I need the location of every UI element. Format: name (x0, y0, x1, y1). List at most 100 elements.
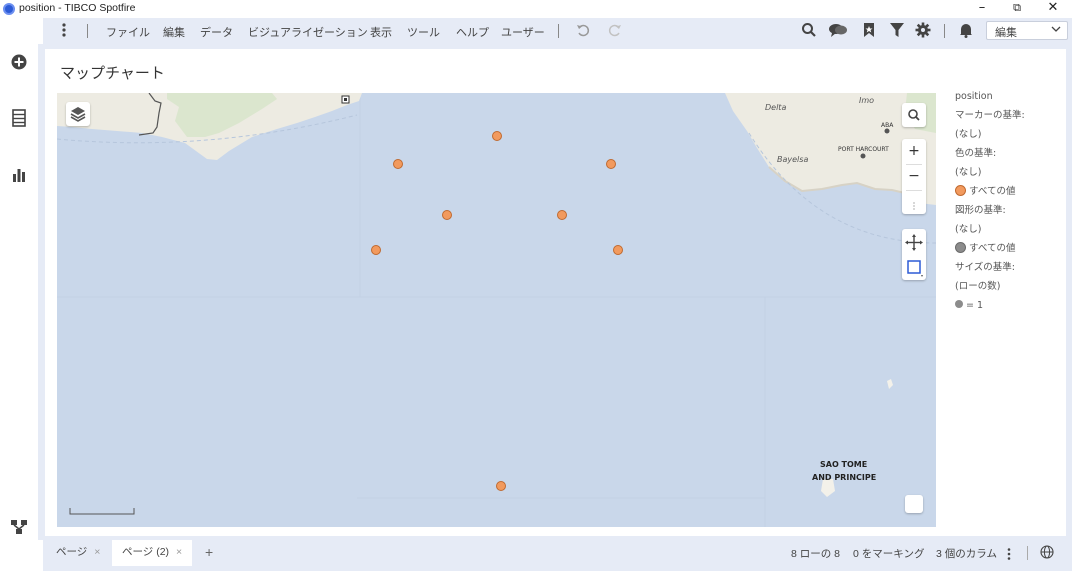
add-icon[interactable] (9, 53, 29, 73)
legend-size-item: = 1 (955, 299, 1065, 318)
layers-icon (70, 107, 86, 122)
pan-tool-button[interactable] (902, 231, 926, 253)
legend-marker-by-value[interactable]: (なし) (955, 128, 1065, 147)
filter-icon[interactable] (889, 22, 905, 38)
add-page-button[interactable]: + (195, 540, 223, 566)
menu-separator (944, 24, 945, 38)
map-label-imo: Imo (859, 96, 874, 105)
scale-bar (69, 508, 135, 515)
map-point[interactable] (606, 159, 616, 169)
map-points (371, 131, 623, 491)
map-point[interactable] (557, 210, 567, 220)
size-swatch (955, 300, 963, 308)
menu-help[interactable]: ヘルプ (456, 24, 489, 40)
legend-shape-by-label: 図形の基準: (955, 205, 1006, 216)
menu-view[interactable]: 表示 (370, 24, 392, 40)
menu-file[interactable]: ファイル (106, 24, 150, 40)
legend-marker-by-label: マーカーの基準: (955, 110, 1025, 121)
map-label-port-harcourt: PORT HARCOURT (838, 146, 889, 153)
close-button[interactable]: ✕ (1038, 0, 1068, 18)
legend-color-item[interactable]: すべての値 (955, 185, 1065, 204)
status-more-icon[interactable] (1005, 547, 1013, 561)
map-base: Delta Imo ABA PORT HARCOURT Bayelsa SAO … (57, 93, 936, 527)
map-label-bayelsa: Bayelsa (777, 155, 808, 164)
tab-label: ページ (2) (122, 546, 170, 558)
map-tools (902, 229, 926, 280)
language-globe-icon[interactable] (1040, 545, 1054, 559)
collaboration-icon[interactable] (828, 22, 848, 38)
color-swatch (955, 185, 966, 196)
menu-user[interactable]: ユーザー (501, 24, 545, 40)
zoom-in-button[interactable]: + (902, 143, 926, 159)
map-search-button[interactable] (902, 103, 926, 127)
legend-color-item-label: すべての値 (969, 186, 1016, 197)
more-vertical-icon[interactable] (56, 22, 72, 38)
map-point[interactable] (613, 245, 623, 255)
window-titlebar: position - TIBCO Spotfire – ⧉ ✕ (0, 0, 1072, 18)
legend: position マーカーの基準: (なし) 色の基準: (なし) すべての値 … (955, 90, 1065, 318)
zoom-level-icon (911, 196, 917, 210)
legend-color-by-value[interactable]: (なし) (955, 166, 1065, 185)
map-point[interactable] (492, 131, 502, 141)
search-icon (908, 109, 920, 121)
menu-edit[interactable]: 編集 (163, 24, 185, 40)
window-title: position - TIBCO Spotfire (19, 2, 136, 14)
map-point[interactable] (393, 159, 403, 169)
status-marked-count[interactable]: 0 をマーキング (853, 546, 924, 561)
layers-button[interactable] (66, 102, 90, 126)
rectangle-select-icon (907, 260, 923, 277)
menu-data[interactable]: データ (200, 24, 233, 40)
menu-tools[interactable]: ツール (407, 24, 440, 40)
legend-size-item-label: = 1 (966, 300, 984, 311)
spotfire-app-icon (3, 3, 15, 15)
map-chart[interactable]: Delta Imo ABA PORT HARCOURT Bayelsa SAO … (57, 93, 936, 527)
tab-close-button[interactable]: × (176, 546, 182, 558)
visualization-icon[interactable] (9, 166, 29, 186)
map-point[interactable] (442, 210, 452, 220)
page-tab-bar: ページ × ページ (2) × + 8 ローの 8 0 をマーキング 3 個のカラム (43, 540, 1072, 571)
left-toolbar (0, 18, 38, 571)
redo-icon[interactable] (607, 22, 623, 38)
map-label-aba: ABA (881, 122, 894, 129)
rectangle-select-button[interactable] (902, 256, 926, 278)
menu-separator (87, 24, 88, 38)
map-label-delta: Delta (765, 103, 786, 112)
move-icon (905, 234, 923, 251)
legend-shape-item[interactable]: すべての値 (955, 242, 1065, 261)
visualization-title: マップチャート (60, 64, 165, 82)
map-label-principe: AND PRINCIPE (812, 473, 876, 482)
undo-icon[interactable] (575, 22, 591, 38)
data-flow-icon[interactable] (9, 518, 29, 538)
restore-button[interactable]: ⧉ (1002, 0, 1032, 18)
status-separator (1027, 546, 1028, 560)
data-table-icon[interactable] (9, 109, 29, 129)
attribution-button[interactable] (905, 495, 923, 513)
legend-shape-by-value[interactable]: (なし) (955, 223, 1065, 242)
tab-label: ページ (56, 546, 88, 558)
status-column-count: 3 個のカラム (936, 548, 997, 560)
tab-close-button[interactable]: × (94, 546, 100, 558)
settings-gear-icon[interactable] (915, 22, 931, 38)
legend-title[interactable]: position (955, 90, 1065, 109)
legend-size-by-value[interactable]: (ローの数) (955, 280, 1065, 299)
edit-mode-select[interactable]: 編集 (986, 21, 1068, 40)
edit-mode-value: 編集 (995, 27, 1017, 39)
map-label-sao-tome: SAO TOME (820, 460, 867, 469)
status-row-count: 8 ローの 8 (791, 548, 841, 560)
bookmark-icon[interactable] (861, 22, 877, 38)
chevron-down-icon (1051, 24, 1061, 37)
search-icon[interactable] (801, 22, 817, 38)
map-point[interactable] (496, 481, 506, 491)
legend-size-by-label: サイズの基準: (955, 262, 1015, 273)
minimize-button[interactable]: – (967, 0, 997, 18)
tab-page-2[interactable]: ページ (2) × (112, 540, 193, 566)
zoom-control: + − (902, 139, 926, 214)
menu-bar: ファイル 編集 データ ビジュアライゼーション 表示 ツール ヘルプ ユーザー … (43, 18, 1072, 44)
zoom-out-button[interactable]: − (902, 168, 926, 184)
shape-swatch (955, 242, 966, 253)
menu-visualization[interactable]: ビジュアライゼーション (248, 24, 368, 40)
notification-bell-icon[interactable] (958, 22, 974, 38)
map-point[interactable] (371, 245, 381, 255)
tab-page[interactable]: ページ × (46, 540, 110, 566)
legend-shape-item-label: すべての値 (969, 243, 1016, 254)
